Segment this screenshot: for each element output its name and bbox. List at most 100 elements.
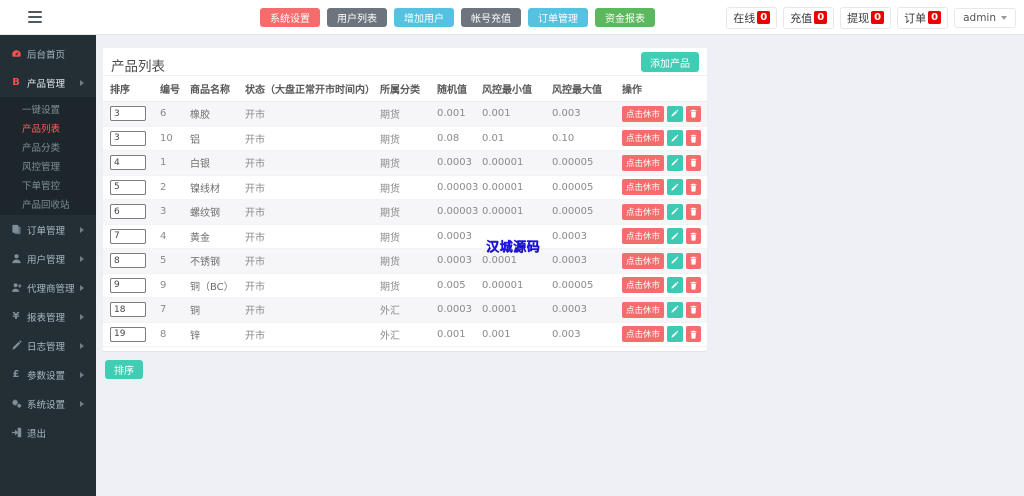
sort-order-input[interactable] bbox=[110, 106, 146, 122]
sidebar-item[interactable]: 订单管理 bbox=[0, 215, 96, 244]
hamburger-menu-icon[interactable] bbox=[28, 11, 42, 23]
toggle-market-button[interactable]: 点击休市 bbox=[622, 301, 665, 318]
stat-item[interactable]: 在线 0 bbox=[726, 6, 778, 29]
agents-icon bbox=[10, 282, 22, 294]
users-icon bbox=[10, 253, 22, 265]
product-name-cell: 镍线材 bbox=[190, 183, 220, 195]
delete-button[interactable] bbox=[685, 203, 701, 220]
product-icon: B bbox=[12, 76, 20, 88]
column-header: 商品名称 bbox=[190, 85, 230, 96]
toggle-market-button[interactable]: 点击休市 bbox=[622, 228, 665, 245]
edit-button[interactable] bbox=[667, 326, 683, 343]
table-row: 9 铜（BC） 开市 期货 0.005 0.00001 0.00005 点击休市 bbox=[103, 274, 707, 298]
toggle-market-button[interactable]: 点击休市 bbox=[622, 326, 665, 343]
sidebar-item[interactable]: 日志管理 bbox=[0, 331, 96, 360]
sidebar-item[interactable]: £ 参数设置 bbox=[0, 360, 96, 389]
status-cell: 开市 bbox=[245, 183, 265, 195]
toggle-market-button[interactable]: 点击休市 bbox=[622, 154, 665, 171]
delete-button[interactable] bbox=[685, 252, 701, 269]
delete-button[interactable] bbox=[685, 277, 701, 294]
add-product-button[interactable]: 添加产品 bbox=[641, 52, 699, 72]
delete-button[interactable] bbox=[685, 228, 701, 245]
delete-button[interactable] bbox=[685, 105, 701, 122]
product-id-cell: 6 bbox=[160, 108, 167, 120]
status-cell: 开市 bbox=[245, 306, 265, 318]
trash-icon bbox=[689, 330, 698, 339]
sidebar-item[interactable]: B 产品管理 bbox=[0, 68, 96, 97]
edit-button[interactable] bbox=[667, 105, 683, 122]
toggle-market-button[interactable]: 点击休市 bbox=[622, 252, 665, 269]
delete-button[interactable] bbox=[685, 154, 701, 171]
edit-button[interactable] bbox=[667, 277, 683, 294]
random-value-cell: 0.0003 bbox=[437, 255, 472, 267]
risk-min-cell: 0.00001 bbox=[482, 279, 524, 291]
sort-order-input[interactable] bbox=[110, 326, 146, 342]
quick-button[interactable]: 系统设置 bbox=[260, 8, 320, 27]
chevron-right-icon bbox=[80, 226, 84, 233]
product-name-cell: 锌 bbox=[190, 330, 200, 342]
pencil-icon bbox=[670, 183, 679, 192]
risk-min-cell: 0.0001 bbox=[482, 255, 517, 267]
sort-order-input[interactable] bbox=[110, 155, 146, 171]
trash-icon bbox=[689, 232, 698, 241]
edit-button[interactable] bbox=[667, 228, 683, 245]
sidebar-item[interactable]: 退出 bbox=[0, 418, 96, 447]
sidebar-subitem[interactable]: 产品回收站 bbox=[0, 194, 96, 213]
sidebar-subitem[interactable]: 下单管控 bbox=[0, 175, 96, 194]
quick-button[interactable]: 用户列表 bbox=[327, 8, 387, 27]
sort-order-input[interactable] bbox=[110, 204, 146, 220]
delete-button[interactable] bbox=[685, 301, 701, 318]
pencil-icon bbox=[670, 256, 679, 265]
sidebar-item-label: 用户管理 bbox=[27, 254, 66, 266]
stat-item[interactable]: 提现 0 bbox=[840, 6, 892, 29]
random-value-cell: 0.005 bbox=[437, 279, 466, 291]
quick-button[interactable]: 订单管理 bbox=[528, 8, 588, 27]
toggle-market-button[interactable]: 点击休市 bbox=[622, 203, 665, 220]
sidebar-item[interactable]: 代理商管理 bbox=[0, 273, 96, 302]
quick-button[interactable]: 帐号充值 bbox=[461, 8, 521, 27]
category-cell: 期货 bbox=[380, 134, 400, 146]
sort-order-input[interactable] bbox=[110, 130, 146, 146]
sort-order-input[interactable] bbox=[110, 179, 146, 195]
sidebar-subitem[interactable]: 一键设置 bbox=[0, 99, 96, 118]
delete-button[interactable] bbox=[685, 326, 701, 343]
stat-item[interactable]: 充值 0 bbox=[783, 6, 835, 29]
status-cell: 开市 bbox=[245, 257, 265, 269]
stat-label: 充值 bbox=[790, 11, 813, 25]
edit-button[interactable] bbox=[667, 154, 683, 171]
category-cell: 期货 bbox=[380, 208, 400, 220]
sidebar-subitem[interactable]: 产品分类 bbox=[0, 137, 96, 156]
sidebar-item[interactable]: ¥ 报表管理 bbox=[0, 302, 96, 331]
toggle-market-button[interactable]: 点击休市 bbox=[622, 179, 665, 196]
sort-order-input[interactable] bbox=[110, 302, 146, 318]
delete-button[interactable] bbox=[685, 130, 701, 147]
toggle-market-button[interactable]: 点击休市 bbox=[622, 277, 665, 294]
toggle-market-button[interactable]: 点击休市 bbox=[622, 130, 665, 147]
toggle-market-button[interactable]: 点击休市 bbox=[622, 105, 665, 122]
sidebar-item[interactable]: 后台首页 bbox=[0, 39, 96, 68]
sidebar-subitem[interactable]: 产品列表 bbox=[0, 118, 96, 137]
edit-button[interactable] bbox=[667, 301, 683, 318]
status-cell: 开市 bbox=[245, 208, 265, 220]
table-row: 8 锌 开市 外汇 0.001 0.001 0.003 点击休市 bbox=[103, 323, 707, 347]
params-icon: £ bbox=[12, 368, 20, 380]
delete-button[interactable] bbox=[685, 179, 701, 196]
sort-submit-button[interactable]: 排序 bbox=[105, 360, 143, 379]
stat-item[interactable]: 订单 0 bbox=[897, 6, 949, 29]
sort-order-input[interactable] bbox=[110, 277, 146, 293]
logs-icon bbox=[10, 340, 22, 352]
edit-button[interactable] bbox=[667, 203, 683, 220]
sidebar-subitem[interactable]: 风控管理 bbox=[0, 156, 96, 175]
edit-button[interactable] bbox=[667, 252, 683, 269]
quick-button[interactable]: 资金报表 bbox=[595, 8, 655, 27]
product-name-cell: 橡胶 bbox=[190, 110, 210, 122]
quick-button[interactable]: 增加用户 bbox=[394, 8, 454, 27]
sidebar-item[interactable]: 系统设置 bbox=[0, 389, 96, 418]
sidebar-item[interactable]: 用户管理 bbox=[0, 244, 96, 273]
edit-button[interactable] bbox=[667, 179, 683, 196]
sort-order-input[interactable] bbox=[110, 253, 146, 269]
edit-button[interactable] bbox=[667, 130, 683, 147]
admin-user-menu[interactable]: admin bbox=[954, 7, 1016, 28]
sort-order-input[interactable] bbox=[110, 228, 146, 244]
chevron-right-icon bbox=[80, 284, 84, 291]
